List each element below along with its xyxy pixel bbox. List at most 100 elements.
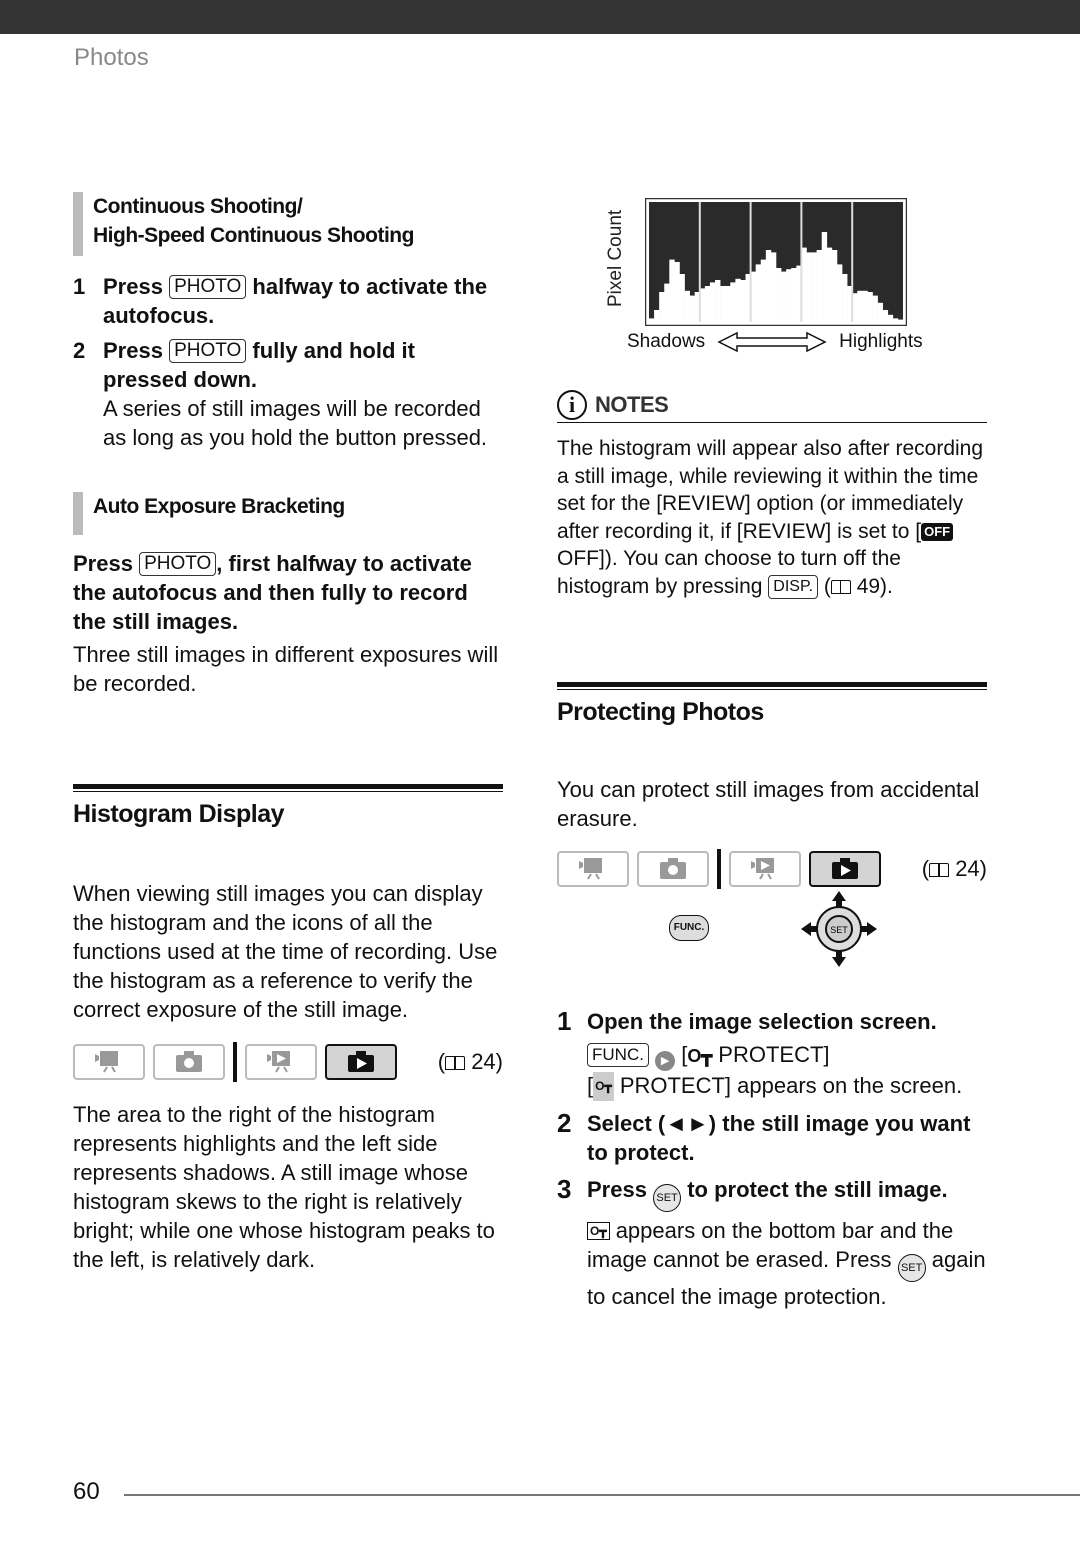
movie-record-mode-icon xyxy=(73,1044,145,1080)
histogram-bin xyxy=(786,269,792,322)
photo-key: PHOTO xyxy=(169,275,247,299)
off-icon: OFF xyxy=(921,522,954,541)
histogram-bin xyxy=(730,282,736,322)
histogram-chart xyxy=(645,198,907,326)
histogram-bin xyxy=(679,274,685,322)
histogram-bin xyxy=(709,282,716,322)
protect-intro: You can protect still images from accide… xyxy=(557,777,980,831)
movie-playback-mode-icon xyxy=(729,851,801,887)
y-axis-label: Pixel Count xyxy=(605,209,626,307)
step-title: Select (◄►) the still image you want to … xyxy=(587,1111,971,1165)
notes-title: NOTES xyxy=(595,392,669,417)
aeb-detail: Three still images in different exposure… xyxy=(73,642,499,696)
page-reference: ( 24) xyxy=(437,1049,503,1074)
histogram-figure: Pixel Count Shadows Highlights xyxy=(557,195,987,360)
ref-page: 49 xyxy=(856,574,881,598)
section-rule xyxy=(73,784,503,792)
photo-playback-mode-icon xyxy=(325,1044,397,1080)
histogram-bin xyxy=(867,292,873,322)
section-rule xyxy=(557,682,987,690)
histogram-bin xyxy=(836,264,843,322)
shadows-label: Shadows xyxy=(627,331,706,352)
notes-header: i NOTES xyxy=(557,390,987,423)
histogram-bin xyxy=(760,259,767,322)
notes-text-1: The histogram will appear also after rec… xyxy=(557,437,984,543)
histogram-bin xyxy=(674,262,680,322)
book-icon xyxy=(830,579,851,594)
book-icon xyxy=(445,1056,466,1070)
step-number: 1 xyxy=(73,274,86,299)
mode-icons: ( 24) xyxy=(557,849,987,889)
histogram-title: Histogram Display xyxy=(73,800,285,828)
histogram-bin xyxy=(765,250,772,322)
histogram-bin xyxy=(654,310,660,322)
mode-separator xyxy=(717,849,721,889)
histogram-bin xyxy=(740,280,746,322)
photo-key: PHOTO xyxy=(169,339,247,363)
highlights-label: Highlights xyxy=(839,331,923,352)
step-text: Press xyxy=(103,274,163,299)
step-detail: PROTECT] appears on the screen. xyxy=(619,1073,963,1098)
mode-separator xyxy=(233,1042,237,1082)
info-icon: i xyxy=(557,390,587,420)
histogram-bin xyxy=(669,259,675,322)
histogram-bin xyxy=(842,274,848,322)
histogram-bin xyxy=(897,319,904,322)
histogram-bin xyxy=(806,252,812,322)
histogram-bin xyxy=(770,252,777,322)
photo-key: PHOTO xyxy=(139,552,217,576)
section-name: Photos xyxy=(74,44,149,71)
step-number: 2 xyxy=(557,1108,572,1138)
top-bar xyxy=(0,0,1080,34)
step-detail: A series of still images will be recorde… xyxy=(103,396,488,450)
histogram-bin xyxy=(664,283,670,322)
step-text: Press xyxy=(587,1177,647,1202)
histogram-bin xyxy=(877,302,883,322)
histogram-bin xyxy=(887,314,894,322)
set-button-icon: SET xyxy=(897,1254,926,1282)
photo-playback-mode-icon xyxy=(809,851,881,887)
page-reference: ( 24) xyxy=(921,856,987,881)
joystick-icon: SET xyxy=(801,891,877,967)
photo-record-mode-icon xyxy=(637,851,709,887)
arrow-right-icon: ▶ xyxy=(655,1051,676,1071)
step-text: Press xyxy=(73,551,133,576)
histogram-bin xyxy=(862,290,868,322)
histogram-bin xyxy=(811,252,817,322)
ref-page: 24 xyxy=(955,856,980,881)
movie-record-mode-icon xyxy=(557,851,629,887)
photo-record-mode-icon xyxy=(153,1044,225,1080)
step-number: 1 xyxy=(557,1006,572,1036)
continuous-step-2: 2 Press PHOTO fully and hold it pressed … xyxy=(73,336,503,452)
histogram-bin xyxy=(791,268,797,322)
key-protect-icon: O┳ xyxy=(593,1072,614,1101)
histogram-bin xyxy=(831,250,838,322)
histogram-bin xyxy=(715,280,721,322)
right-column: Pixel Count Shadows Highlights i NOTES T… xyxy=(557,195,987,1311)
book-icon xyxy=(929,863,950,877)
step-number: 2 xyxy=(73,338,86,363)
double-arrow-icon xyxy=(717,331,827,353)
controls-figure: FUNC. SET xyxy=(557,889,987,1007)
protect-step-3: 3 Press SET to protect the still image. … xyxy=(557,1175,987,1311)
histogram-bin xyxy=(776,268,782,322)
protected-icon: O┳ xyxy=(587,1222,610,1240)
protect-step-1: 1 Open the image selection screen. FUNC.… xyxy=(557,1007,987,1101)
histogram-bin xyxy=(720,286,726,322)
histogram-intro: When viewing still images you can displa… xyxy=(73,881,498,1022)
histogram-bin xyxy=(857,290,863,322)
footer-rule xyxy=(124,1494,1080,1496)
step-number: 3 xyxy=(557,1174,572,1204)
movie-playback-mode-icon xyxy=(245,1044,317,1080)
continuous-shooting-heading: Continuous Shooting/ High-Speed Continuo… xyxy=(73,192,503,256)
step-text: Press xyxy=(103,338,163,363)
heading-text: Auto Exposure Bracketing xyxy=(93,495,345,518)
histogram-bin xyxy=(755,264,762,322)
histogram-bin xyxy=(816,250,823,322)
disp-key: DISP. xyxy=(768,574,819,599)
histogram-bin xyxy=(725,286,731,322)
func-key: FUNC. xyxy=(587,1043,649,1067)
histogram-bin xyxy=(903,319,904,322)
heading-line-2: High-Speed Continuous Shooting xyxy=(93,224,414,247)
svg-text:SET: SET xyxy=(830,925,848,935)
